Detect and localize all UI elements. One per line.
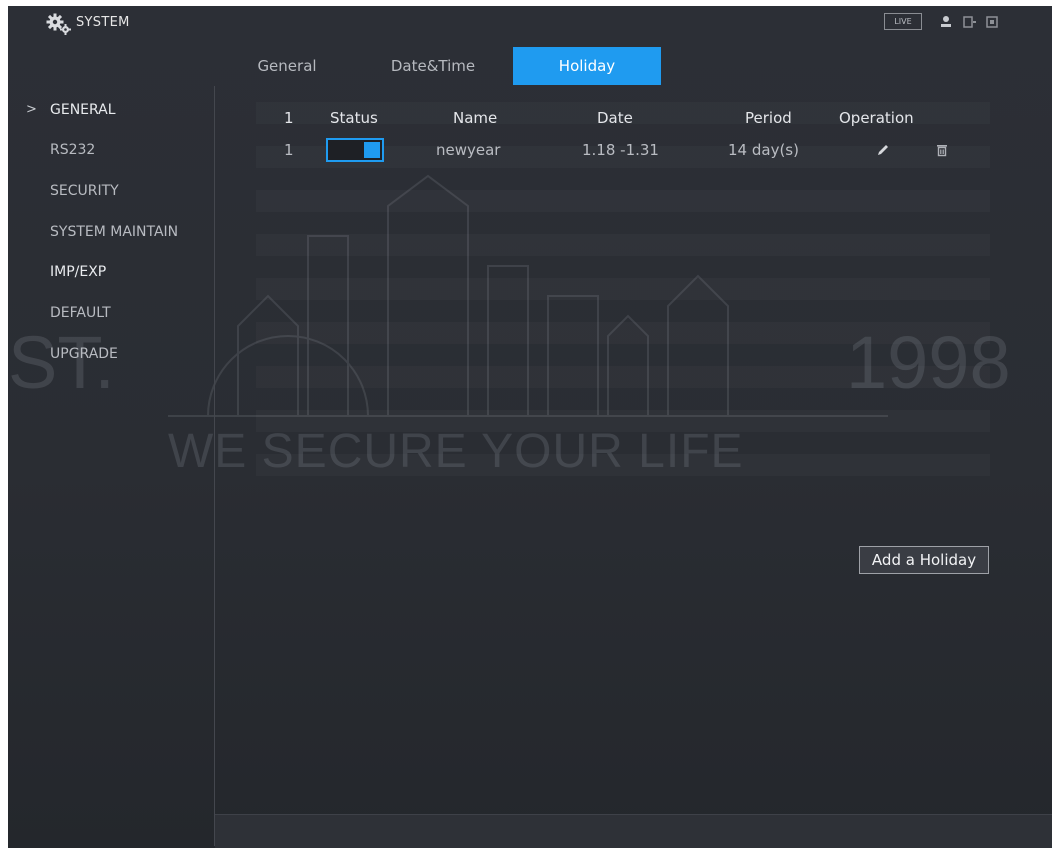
header-operation: Operation <box>839 109 914 127</box>
header-index: 1 <box>284 109 294 127</box>
header-date: Date <box>597 109 633 127</box>
gear-icon <box>46 13 71 35</box>
top-bar: SYSTEM LIVE <box>8 6 1052 42</box>
row-index: 1 <box>284 141 294 159</box>
row-period: 14 day(s) <box>728 141 799 159</box>
sidebar: > GENERAL RS232 SECURITY SYSTEM MAINTAIN… <box>8 50 215 848</box>
status-toggle[interactable] <box>326 138 384 162</box>
add-holiday-button[interactable]: Add a Holiday <box>859 546 989 574</box>
sidebar-item-security[interactable]: SECURITY <box>50 183 119 199</box>
exit-icon[interactable] <box>984 14 1000 30</box>
row-name: newyear <box>436 141 501 159</box>
header-status: Status <box>330 109 378 127</box>
sidebar-item-rs232[interactable]: RS232 <box>50 142 95 158</box>
sidebar-item-system-maintain[interactable]: SYSTEM MAINTAIN <box>50 224 178 240</box>
tab-date-time[interactable]: Date&Time <box>378 47 488 85</box>
live-button[interactable]: LIVE <box>884 13 922 30</box>
header-name: Name <box>453 109 498 127</box>
header-period: Period <box>745 109 792 127</box>
page-title: SYSTEM <box>76 15 130 30</box>
user-icon[interactable] <box>938 14 954 30</box>
sidebar-item-general[interactable]: GENERAL <box>50 102 116 118</box>
chevron-right-icon: > <box>26 102 37 117</box>
toggle-knob <box>364 142 380 158</box>
bottom-bar <box>215 814 1052 848</box>
tab-holiday[interactable]: Holiday <box>513 47 661 85</box>
sidebar-item-default[interactable]: DEFAULT <box>50 305 111 321</box>
sidebar-divider <box>214 86 215 846</box>
edit-icon[interactable] <box>876 143 890 157</box>
tab-general[interactable]: General <box>250 47 324 85</box>
system-window: WE SECURE YOUR LIFE 1998 ST. SYSTEM LIVE <box>8 6 1052 848</box>
sidebar-item-imp-exp[interactable]: IMP/EXP <box>50 264 106 280</box>
sidebar-item-upgrade[interactable]: UPGRADE <box>50 346 118 362</box>
row-date: 1.18 -1.31 <box>582 141 659 159</box>
delete-icon[interactable] <box>936 143 948 157</box>
shutdown-icon[interactable] <box>961 14 977 30</box>
